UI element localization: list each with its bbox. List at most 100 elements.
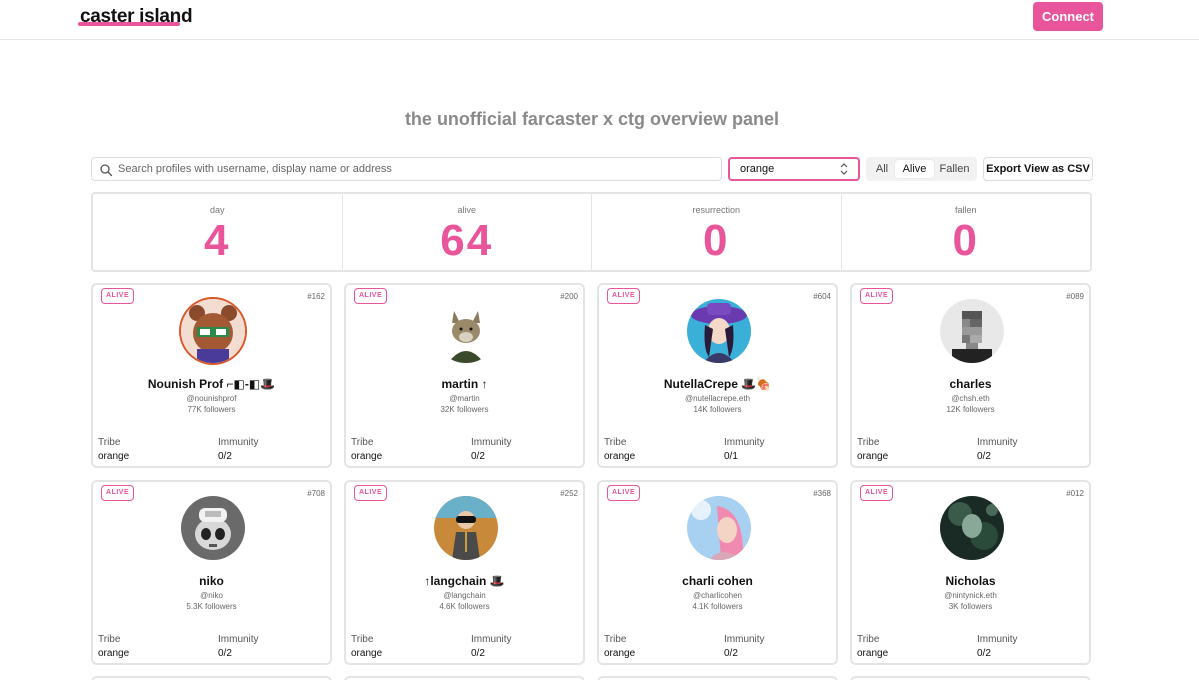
player-number: #012 [1066,489,1084,498]
immunity-value: 0/2 [471,451,485,462]
logo[interactable]: caster island [80,6,193,28]
player-number: #162 [307,292,325,301]
status-filter: All Alive Fallen [866,157,977,181]
stat-alive: alive 64 [343,194,592,270]
display-name: martin ↑ [441,377,488,391]
player-number: #252 [560,489,578,498]
profile-card-partial[interactable] [91,676,332,680]
username: @niko [200,591,223,600]
stat-label: alive [457,205,476,215]
profile-card[interactable]: ALIVE #089 charles @chsh.eth 12K followe… [850,283,1091,468]
search-icon [100,164,113,177]
status-badge: ALIVE [101,485,135,501]
display-name: charli cohen [682,574,753,588]
profile-card[interactable]: ALIVE #162 Nounish Prof ⌐◧-◧🎩 @nounishpr… [91,283,332,468]
username: @nounishprof [186,394,237,403]
tribe-label: Tribe [604,634,627,645]
avatar [687,299,751,363]
tribe-label: Tribe [857,634,880,645]
display-name: Nicholas [945,574,996,588]
immunity-value: 0/2 [977,451,991,462]
username: @nintynick.eth [944,591,997,600]
profile-card[interactable]: ALIVE #368 charli cohen @charlicohen 4.1… [597,480,838,665]
follower-count: 77K followers [187,405,236,414]
tribe-select[interactable]: orange [728,157,860,181]
immunity-label: Immunity [724,437,765,448]
connect-button[interactable]: Connect [1033,2,1103,31]
follower-count: 12K followers [946,405,995,414]
player-number: #368 [813,489,831,498]
immunity-value: 0/2 [218,648,232,659]
profile-card[interactable]: ALIVE #012 Nicholas @nintynick.eth 3K fo… [850,480,1091,665]
tribe-label: Tribe [351,634,374,645]
immunity-label: Immunity [724,634,765,645]
tribe-value: orange [351,451,383,462]
follower-count: 4.6K followers [439,602,490,611]
status-filter-alive[interactable]: Alive [895,160,934,178]
tribe-value: orange [604,451,636,462]
status-badge: ALIVE [354,485,388,501]
page-title: the unofficial farcaster x ctg overview … [404,109,780,129]
player-number: #089 [1066,292,1084,301]
immunity-label: Immunity [977,437,1018,448]
display-name: NutellaCrepe 🎩🍖 [663,377,772,391]
stat-day: day 4 [93,194,343,270]
tribe-label: Tribe [857,437,880,448]
profile-card-partial[interactable] [344,676,585,680]
username: @charlicohen [692,591,743,600]
immunity-label: Immunity [471,437,512,448]
status-badge: ALIVE [860,485,894,501]
profile-card[interactable]: ALIVE #604 NutellaCrepe 🎩🍖 @nutellacrepe… [597,283,838,468]
immunity-value: 0/2 [977,648,991,659]
profile-card-partial[interactable] [597,676,838,680]
immunity-value: 0/2 [471,648,485,659]
status-badge: ALIVE [354,288,388,304]
immunity-value: 0/2 [218,451,232,462]
status-badge: ALIVE [607,485,641,501]
top-bar: caster island Connect [0,0,1199,40]
tribe-label: Tribe [98,634,121,645]
profile-card[interactable]: ALIVE #252 ↑langchain 🎩 @langchain 4.6K … [344,480,585,665]
tribe-value: orange [857,451,889,462]
immunity-label: Immunity [218,437,259,448]
follower-count: 5.3K followers [186,602,237,611]
display-name: charles [949,377,992,391]
profile-card[interactable]: ALIVE #708 niko @niko 5.3K followers Tri… [91,480,332,665]
search-input[interactable] [118,159,718,179]
immunity-label: Immunity [218,634,259,645]
username: @nutellacrepe.eth [684,394,751,403]
player-number: #200 [560,292,578,301]
stat-label: fallen [954,205,977,215]
status-badge: ALIVE [101,288,135,304]
stat-resurrection: resurrection 0 [592,194,842,270]
player-number: #604 [813,292,831,301]
tribe-value: orange [857,648,889,659]
profile-card-partial[interactable] [850,676,1091,680]
stat-value: 0 [952,216,979,265]
avatar [181,299,245,363]
tribe-value: orange [604,648,636,659]
username: @chsh.eth [951,394,990,403]
stat-fallen: fallen 0 [842,194,1091,270]
display-name: niko [199,574,224,588]
profile-card[interactable]: ALIVE #200 martin ↑ @martin 32K follower… [344,283,585,468]
export-csv-button[interactable]: Export View as CSV [983,157,1093,181]
follower-count: 32K followers [440,405,489,414]
follower-count: 3K followers [948,602,993,611]
status-badge: ALIVE [607,288,641,304]
tribe-value: orange [351,648,383,659]
display-name: Nounish Prof ⌐◧-◧🎩 [147,377,276,391]
status-filter-fallen[interactable]: Fallen [938,160,971,178]
immunity-value: 0/2 [724,648,738,659]
tribe-value: orange [98,648,130,659]
avatar [434,496,498,560]
avatar [940,496,1004,560]
immunity-label: Immunity [977,634,1018,645]
player-number: #708 [307,489,325,498]
status-filter-all[interactable]: All [872,160,892,178]
tribe-value: orange [98,451,130,462]
display-name: ↑langchain 🎩 [424,574,505,588]
avatar [687,496,751,560]
avatar [940,299,1004,363]
stat-value: 64 [440,216,494,265]
